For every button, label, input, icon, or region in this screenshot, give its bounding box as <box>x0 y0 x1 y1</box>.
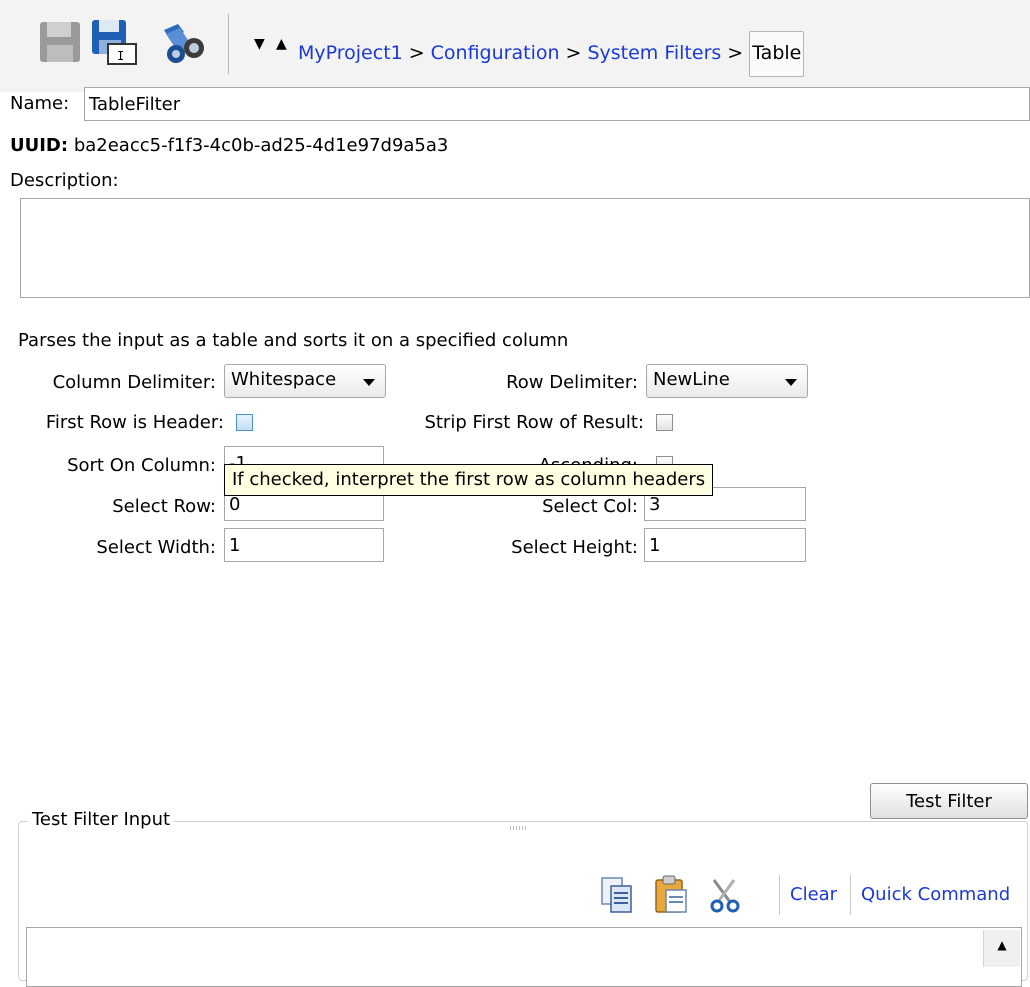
quick-command-link[interactable]: Quick Command <box>861 884 1010 905</box>
select-height-field[interactable] <box>644 528 806 562</box>
cut-scissors-icon[interactable] <box>708 876 744 914</box>
paste-icon[interactable] <box>654 874 688 914</box>
breadcrumb-configuration[interactable]: Configuration <box>431 42 560 64</box>
chevron-down-icon <box>363 379 375 386</box>
clear-link[interactable]: Clear <box>790 884 837 905</box>
breadcrumb: MyProject1 > Configuration > System Filters >… <box>298 31 805 77</box>
dropdown-up-icon[interactable]: ▲ <box>276 36 287 52</box>
column-delimiter-select[interactable]: Whitespace <box>224 364 386 398</box>
strip-first-row-label: Strip First Row of Result: <box>424 412 644 433</box>
column-delimiter-label: Column Delimiter: <box>52 372 216 393</box>
toolbar-separator <box>228 14 229 74</box>
name-field[interactable] <box>84 87 1030 121</box>
row-delimiter-value: NewLine <box>653 369 730 390</box>
uuid-value: ba2eacc5-f1f3-4c0b-ad25-4d1e97d9a5a3 <box>73 135 449 156</box>
breadcrumb-separator: > <box>727 42 744 64</box>
save-as-icon[interactable]: I <box>90 18 140 68</box>
select-width-label: Select Width: <box>96 537 216 558</box>
description-label: Description: <box>10 170 119 191</box>
save-disabled-icon[interactable] <box>36 18 86 68</box>
description-field[interactable] <box>20 198 1030 298</box>
breadcrumb-separator: > <box>408 42 425 64</box>
filter-info-text: Parses the input as a table and sorts it… <box>18 330 569 351</box>
row-delimiter-select[interactable]: NewLine <box>646 364 808 398</box>
scroll-up-icon[interactable]: ▲ <box>983 930 1020 967</box>
first-row-header-checkbox[interactable] <box>236 414 253 431</box>
first-row-header-label: First Row is Header: <box>45 412 224 433</box>
select-height-label: Select Height: <box>511 537 638 558</box>
breadcrumb-project[interactable]: MyProject1 <box>298 42 403 64</box>
column-delimiter-value: Whitespace <box>231 369 337 390</box>
select-col-label: Select Col: <box>542 496 638 517</box>
toolbar-separator <box>779 875 780 915</box>
find-binoculars-icon[interactable] <box>158 18 208 68</box>
sort-on-column-label: Sort On Column: <box>67 455 216 476</box>
toolbar-separator <box>850 875 851 915</box>
select-row-label: Select Row: <box>112 496 216 517</box>
test-input-title: Test Filter Input <box>28 809 175 830</box>
breadcrumb-system-filters[interactable]: System Filters <box>587 42 721 64</box>
svg-text:I: I <box>117 49 124 63</box>
copy-icon[interactable] <box>600 876 634 914</box>
uuid-label: UUID: <box>10 135 69 156</box>
tooltip: If checked, interpret the first row as c… <box>224 464 714 496</box>
select-width-field[interactable] <box>224 528 384 562</box>
uuid-row: UUID: ba2eacc5-f1f3-4c0b-ad25-4d1e97d9a5… <box>10 135 448 156</box>
test-filter-button[interactable]: Test Filter <box>870 783 1028 819</box>
toolbar: I ▼ ▲ MyProject1 > Configuration > System Fi… <box>0 0 1030 92</box>
chevron-down-icon <box>785 379 797 386</box>
breadcrumb-separator: > <box>565 42 582 64</box>
dropdown-down-icon[interactable]: ▼ <box>254 36 265 52</box>
strip-first-row-checkbox[interactable] <box>656 414 673 431</box>
breadcrumb-current[interactable]: Table <box>749 31 805 77</box>
row-delimiter-label: Row Delimiter: <box>506 372 638 393</box>
test-input-field[interactable] <box>26 927 1022 987</box>
name-label: Name: <box>10 93 70 114</box>
